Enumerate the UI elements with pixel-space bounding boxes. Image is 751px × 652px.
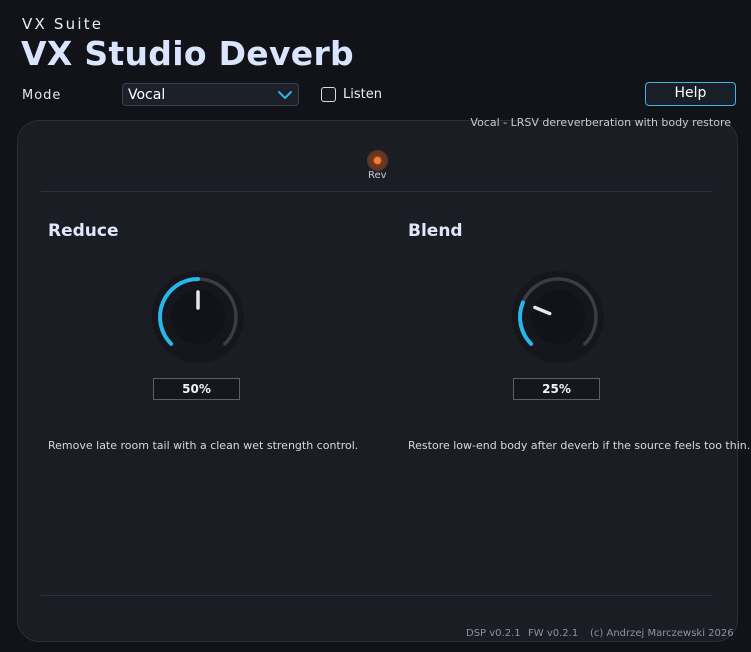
mode-dropdown[interactable]: Vocal bbox=[122, 83, 299, 106]
dsp-version: DSP v0.2.1 bbox=[466, 628, 521, 639]
mode-selected-value: Vocal bbox=[128, 87, 166, 103]
blend-knob-body bbox=[531, 290, 585, 344]
listen-checkbox[interactable] bbox=[321, 87, 336, 102]
help-button[interactable]: Help bbox=[645, 82, 736, 106]
mode-description: Vocal - LRSV dereverberation with body r… bbox=[470, 116, 731, 129]
copyright: (c) Andrzej Marczewski 2026 bbox=[590, 628, 734, 639]
suite-label: VX Suite bbox=[22, 15, 104, 33]
listen-label[interactable]: Listen bbox=[343, 87, 382, 102]
plugin-title: VX Studio Deverb bbox=[21, 34, 354, 73]
reduce-knob[interactable] bbox=[151, 270, 245, 364]
reduce-description: Remove late room tail with a clean wet s… bbox=[48, 439, 359, 452]
blend-knob[interactable] bbox=[511, 270, 605, 364]
main-panel bbox=[17, 120, 738, 642]
fw-version: FW v0.2.1 bbox=[528, 628, 579, 639]
blend-description: Restore low-end body after deverb if the… bbox=[408, 439, 751, 452]
blend-title: Blend bbox=[408, 221, 463, 241]
top-divider bbox=[41, 191, 712, 192]
mode-label: Mode bbox=[22, 88, 62, 103]
chevron-down-icon bbox=[278, 91, 292, 99]
blend-value-field[interactable]: 25% bbox=[513, 378, 600, 400]
rev-indicator-led bbox=[367, 150, 388, 171]
bottom-divider bbox=[41, 595, 712, 596]
reduce-value-field[interactable]: 50% bbox=[153, 378, 240, 400]
reduce-title: Reduce bbox=[48, 221, 119, 241]
rev-indicator-label: Rev bbox=[368, 170, 387, 181]
